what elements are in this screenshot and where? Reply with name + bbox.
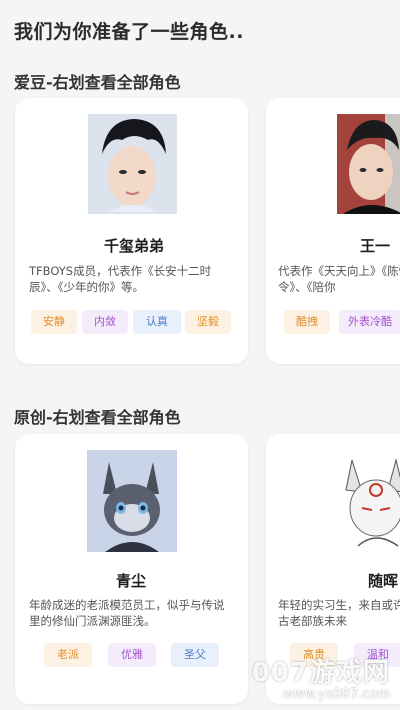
trait-tag: 安静 [31,310,77,334]
watermark-url: www.yx007.com [283,687,390,702]
trait-tag: 坚毅 [185,310,231,334]
trait-tag: 认真 [133,310,181,334]
character-name: 千玺弟弟 [104,237,165,255]
character-avatar [88,114,177,214]
trait-tag: 老派 [44,643,92,667]
trait-tag: 外表冷酷 [339,310,400,334]
trait-tag: 内敛 [82,310,128,334]
character-card[interactable]: 千玺弟弟 TFBOYS成员，代表作《长安十二时辰》、《少年的你》等。 安静 内敛… [15,98,248,364]
trait-tag: 优雅 [108,643,156,667]
character-card[interactable]: 王一 代表作《天天向上》《陈情令》、《陪你 酷拽 外表冷酷 [266,98,400,364]
trait-tag: 酷拽 [284,310,330,334]
section-title-idol: 爱豆-右划查看全部角色 [14,73,181,92]
trait-tag: 圣父 [171,643,219,667]
character-name: 青尘 [116,572,147,590]
section-title-original: 原创-右划查看全部角色 [14,408,181,427]
character-description: TFBOYS成员，代表作《长安十二时辰》、《少年的你》等。 [29,264,212,294]
character-name: 王一 [360,237,391,255]
page-title: 我们为你准备了一些角色.. [14,21,244,43]
character-description: 年轻的实习生，来自或许是古老部族未来 [278,598,400,628]
character-name: 随晖 [368,572,399,590]
character-description: 代表作《天天向上》《陈情令》、《陪你 [278,264,400,294]
character-avatar [337,114,400,214]
character-avatar [338,450,400,552]
watermark: 007游戏网 www.yx007.com [252,659,390,702]
character-card[interactable]: 青尘 年龄成迷的老派模范员工，似乎与传说里的修仙门派渊源匪浅。 老派 优雅 圣父 [15,434,248,704]
character-description: 年龄成迷的老派模范员工，似乎与传说里的修仙门派渊源匪浅。 [29,598,225,628]
watermark-main: 007游戏网 [251,658,390,688]
character-avatar [87,450,177,552]
